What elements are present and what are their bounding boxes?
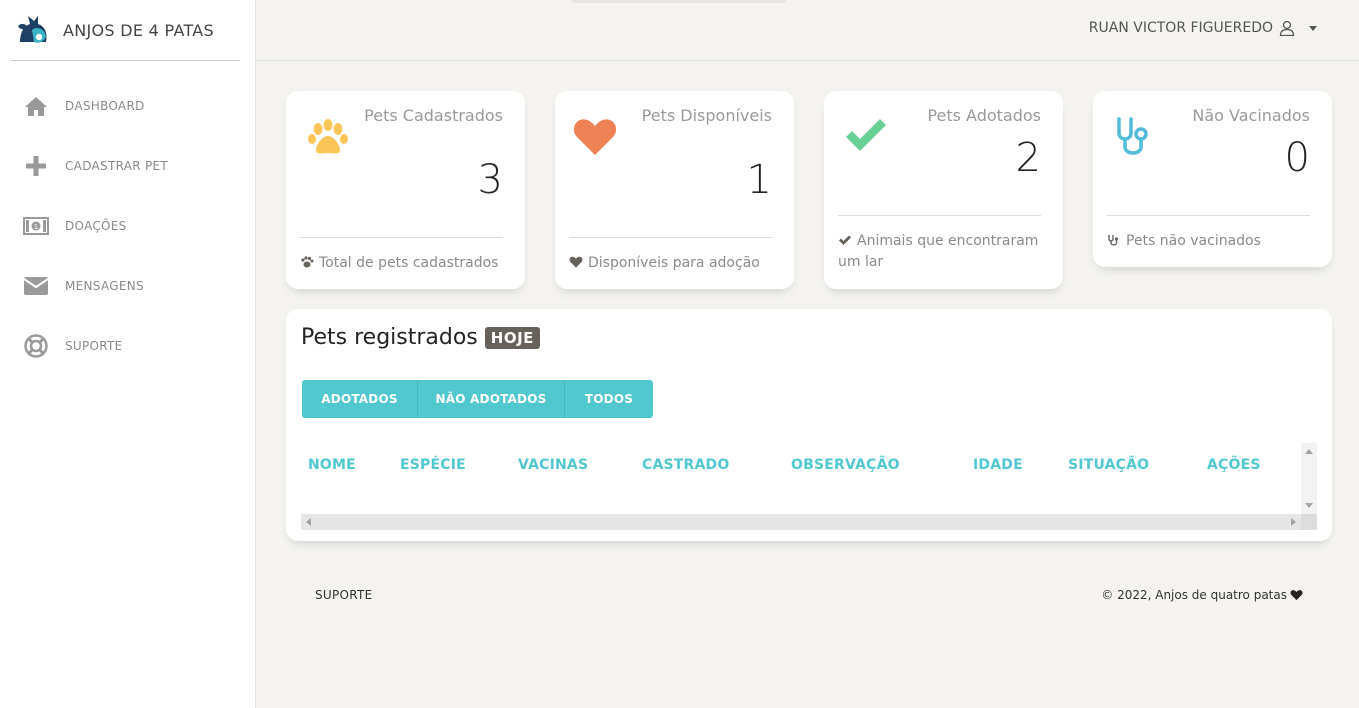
stat-title: Não Vacinados <box>1192 106 1310 125</box>
table-title: Pets registrados HOJE <box>301 325 540 350</box>
heart-icon <box>573 119 617 155</box>
svg-text:1: 1 <box>34 223 38 231</box>
stat-title: Pets Cadastrados <box>364 106 503 125</box>
chevron-down-icon[interactable] <box>1309 25 1317 31</box>
top-decoration <box>571 0 786 3</box>
user-icon <box>1279 20 1295 36</box>
filter-button-group: ADOTADOS NÃO ADOTADOS TODOS <box>302 380 653 418</box>
stat-footer-text: Disponíveis para adoção <box>588 255 760 271</box>
scroll-down-icon[interactable] <box>1305 503 1313 508</box>
check-icon <box>846 119 886 151</box>
scroll-up-icon[interactable] <box>1305 449 1313 454</box>
pets-table: NOME ESPÉCIE VACINAS CASTRADO OBSERVAÇÃO… <box>301 443 1317 530</box>
divider <box>1107 215 1310 216</box>
money-icon: 1 <box>22 212 50 240</box>
paw-icon <box>308 119 348 154</box>
sidebar-item-label: DASHBOARD <box>65 99 145 113</box>
sidebar-item-label: CADASTRAR PET <box>65 159 169 173</box>
stat-card-cadastrados: Pets Cadastrados 3 Total de pets cadastr… <box>286 91 525 289</box>
sidebar-item-label: DOAÇÕES <box>65 219 127 233</box>
home-icon <box>22 92 50 120</box>
sidebar-nav: DASHBOARD CADASTRAR PET 1 DOAÇÕES MENSAG… <box>0 76 256 376</box>
column-header-castrado[interactable]: CASTRADO <box>642 457 729 473</box>
footer-suporte-link[interactable]: SUPORTE <box>315 588 373 602</box>
stat-value: 3 <box>477 157 503 203</box>
stat-card-nao-vacinados: Não Vacinados 0 Pets não vacinados <box>1093 91 1332 267</box>
user-name: RUAN VICTOR FIGUEREDO <box>1088 20 1273 36</box>
sidebar-item-suporte[interactable]: SUPORTE <box>0 316 256 376</box>
stat-value: 0 <box>1284 135 1310 181</box>
sidebar-item-label: SUPORTE <box>65 339 123 353</box>
stat-title: Pets Adotados <box>927 106 1041 125</box>
divider <box>569 237 772 238</box>
stat-footer-text: Total de pets cadastrados <box>319 255 499 271</box>
column-header-especie[interactable]: ESPÉCIE <box>400 457 466 473</box>
stat-footer: Animais que encontraram um lar <box>838 231 1047 273</box>
pets-table-card: Pets registrados HOJE ADOTADOS NÃO ADOTA… <box>286 309 1332 541</box>
scrollbar-corner <box>1301 514 1317 530</box>
filter-adotados-button[interactable]: ADOTADOS <box>302 380 418 418</box>
stat-value: 2 <box>1015 135 1041 181</box>
copyright-text: © 2022, Anjos de quatro patas <box>1101 588 1287 602</box>
sidebar-item-doacoes[interactable]: 1 DOAÇÕES <box>0 196 256 256</box>
column-header-nome[interactable]: NOME <box>308 457 356 473</box>
lifebuoy-icon <box>22 332 50 360</box>
stethoscope-icon <box>1108 235 1119 246</box>
filter-todos-button[interactable]: TODOS <box>565 380 653 418</box>
heart-icon <box>569 256 583 268</box>
horizontal-scrollbar[interactable] <box>301 514 1301 530</box>
stat-footer: Disponíveis para adoção <box>569 253 778 274</box>
brand-name: ANJOS DE 4 PATAS <box>63 20 215 40</box>
column-header-vacinas[interactable]: VACINAS <box>518 457 588 473</box>
stethoscope-icon <box>1117 117 1148 155</box>
scroll-right-icon[interactable] <box>1291 518 1296 526</box>
stat-footer: Total de pets cadastrados <box>300 253 509 274</box>
today-badge: HOJE <box>484 326 540 349</box>
sidebar-item-cadastrar-pet[interactable]: CADASTRAR PET <box>0 136 256 196</box>
stat-card-adotados: Pets Adotados 2 Animais que encontraram … <box>824 91 1063 289</box>
column-header-acoes[interactable]: AÇÕES <box>1207 457 1261 473</box>
logo-icon <box>18 16 47 43</box>
divider <box>300 237 503 238</box>
column-header-situacao[interactable]: SITUAÇÃO <box>1068 457 1149 473</box>
filter-nao-adotados-button[interactable]: NÃO ADOTADOS <box>418 380 565 418</box>
check-icon <box>839 235 851 245</box>
user-menu[interactable]: RUAN VICTOR FIGUEREDO <box>1089 20 1317 36</box>
stat-footer-text: Animais que encontraram um lar <box>838 233 1039 270</box>
plus-icon <box>22 152 50 180</box>
column-header-idade[interactable]: IDADE <box>973 457 1023 473</box>
vertical-scrollbar[interactable] <box>1301 443 1317 514</box>
divider <box>838 215 1041 216</box>
brand[interactable]: ANJOS DE 4 PATAS <box>11 0 240 61</box>
stat-title: Pets Disponíveis <box>641 106 772 125</box>
envelope-icon <box>22 272 50 300</box>
stat-value: 1 <box>746 157 772 203</box>
table-header-row: NOME ESPÉCIE VACINAS CASTRADO OBSERVAÇÃO… <box>301 443 1301 513</box>
top-navbar: RUAN VICTOR FIGUEREDO <box>256 0 1359 61</box>
copyright: © 2022, Anjos de quatro patas <box>1101 588 1303 602</box>
table-title-text: Pets registrados <box>301 325 478 350</box>
sidebar-item-label: MENSAGENS <box>65 279 144 293</box>
sidebar: ANJOS DE 4 PATAS DASHBOARD CADASTRAR PET… <box>0 0 256 708</box>
scroll-left-icon[interactable] <box>306 518 311 526</box>
sidebar-item-dashboard[interactable]: DASHBOARD <box>0 76 256 136</box>
sidebar-item-mensagens[interactable]: MENSAGENS <box>0 256 256 316</box>
paw-icon <box>301 256 314 268</box>
column-header-observacao[interactable]: OBSERVAÇÃO <box>791 457 900 473</box>
stat-footer-text: Pets não vacinados <box>1126 233 1261 249</box>
stat-footer: Pets não vacinados <box>1107 231 1316 252</box>
heart-icon <box>1290 590 1303 601</box>
stat-card-disponiveis: Pets Disponíveis 1 Disponíveis para adoç… <box>555 91 794 289</box>
